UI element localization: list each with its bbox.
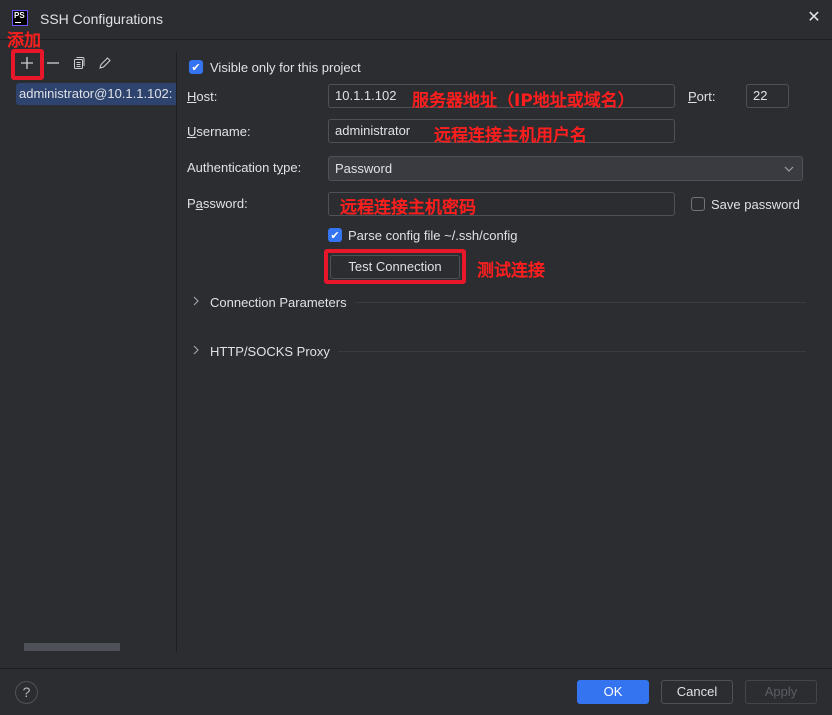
list-item[interactable]: administrator@10.1.1.102:	[16, 83, 176, 105]
label-text: P	[187, 196, 196, 211]
auth-type-value: Password	[335, 161, 393, 176]
port-input[interactable]: 22	[746, 84, 789, 108]
label-text: Authentication t	[187, 160, 277, 175]
label-text: ort:	[696, 89, 716, 104]
label-text: ssword:	[202, 196, 248, 211]
minus-icon	[47, 62, 59, 64]
username-label: Username:	[187, 124, 251, 139]
check-icon: ✔	[330, 229, 340, 242]
password-label: Password:	[187, 196, 248, 211]
auth-type-select[interactable]: Password	[328, 156, 803, 181]
highlight-add	[11, 49, 44, 80]
port-value: 22	[753, 88, 768, 103]
mnemonic: H	[187, 89, 197, 104]
close-icon: ✕	[807, 9, 821, 26]
label-text: ost:	[196, 89, 218, 104]
label-text: pe:	[283, 160, 302, 175]
pencil-icon	[99, 57, 111, 69]
save-password-label: Save password	[711, 197, 800, 212]
auth-type-label: Authentication type:	[187, 160, 301, 175]
check-icon: ✔	[191, 61, 201, 74]
annotation-test: 测试连接	[477, 261, 545, 281]
chevron-right-icon	[192, 345, 210, 358]
edit-button[interactable]	[92, 52, 118, 74]
window-title: SSH Configurations	[40, 11, 163, 27]
horizontal-scrollbar[interactable]	[24, 643, 120, 651]
visible-only-label: Visible only for this project	[210, 60, 361, 75]
chevron-right-icon	[192, 296, 210, 309]
ok-button[interactable]: OK	[577, 680, 649, 704]
close-button[interactable]: ✕	[804, 8, 824, 28]
config-list-panel	[0, 41, 176, 653]
visible-only-checkbox[interactable]: ✔	[189, 60, 203, 74]
copy-button[interactable]	[66, 52, 92, 74]
label-text: sername:	[196, 124, 251, 139]
chevron-down-icon	[784, 157, 794, 190]
host-label: Host:	[187, 89, 217, 104]
parse-config-checkbox[interactable]: ✔	[328, 228, 342, 242]
title-bar: PS SSH Configurations ✕	[0, 0, 832, 40]
username-value: administrator	[335, 123, 411, 138]
section-label: Connection Parameters	[210, 294, 347, 310]
apply-button[interactable]: Apply	[745, 680, 817, 704]
section-http-socks-proxy[interactable]: HTTP/SOCKS Proxy	[192, 341, 806, 361]
phpstorm-logo-icon: PS	[12, 10, 28, 26]
annotation-username: 远程连接主机用户名	[434, 126, 587, 146]
highlight-test	[324, 249, 466, 284]
help-button[interactable]: ?	[15, 681, 38, 704]
save-password-checkbox[interactable]	[691, 197, 705, 211]
footer-divider	[0, 668, 832, 669]
section-divider	[337, 350, 806, 352]
parse-config-label: Parse config file ~/.ssh/config	[348, 228, 518, 243]
mnemonic: P	[688, 89, 697, 104]
panel-divider[interactable]	[176, 52, 177, 652]
section-label: HTTP/SOCKS Proxy	[210, 343, 330, 359]
mnemonic: a	[195, 196, 203, 211]
annotation-host: 服务器地址（IP地址或域名）	[412, 91, 635, 111]
host-value: 10.1.1.102	[335, 88, 397, 103]
annotation-password: 远程连接主机密码	[340, 198, 476, 218]
mnemonic: U	[187, 124, 197, 139]
section-divider	[354, 301, 806, 303]
section-connection-parameters[interactable]: Connection Parameters	[192, 292, 806, 312]
copy-icon	[74, 57, 85, 69]
port-label: Port:	[688, 89, 715, 104]
cancel-button[interactable]: Cancel	[661, 680, 733, 704]
help-icon: ?	[22, 684, 31, 700]
